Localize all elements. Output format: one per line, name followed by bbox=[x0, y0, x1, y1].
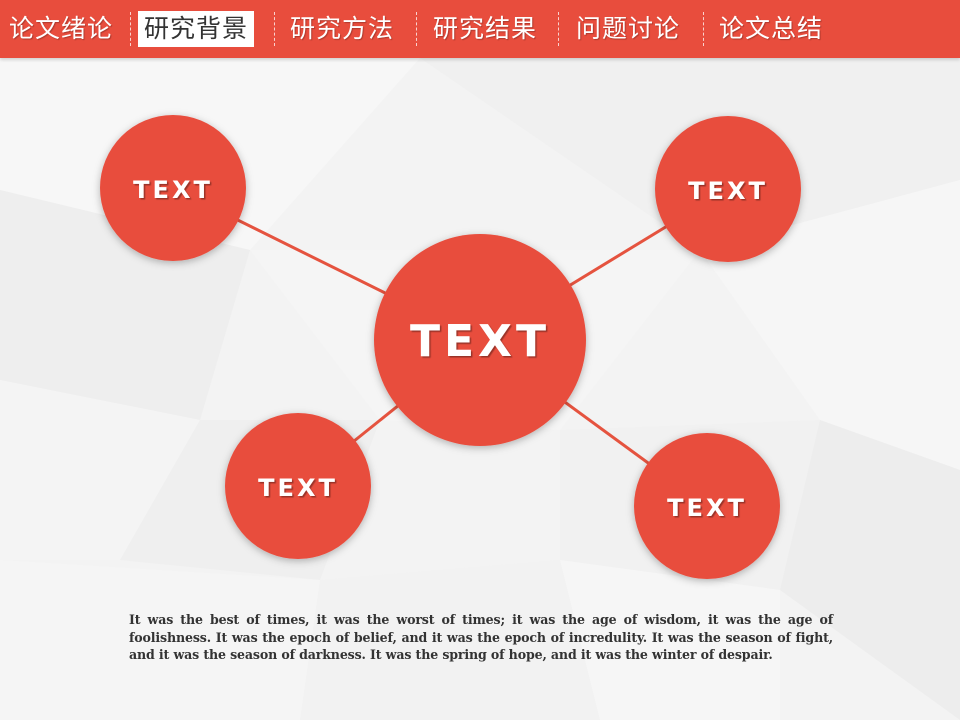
tab-research-results[interactable]: 研究结果 bbox=[433, 0, 537, 58]
tab-research-background[interactable]: 研究背景 bbox=[138, 11, 255, 47]
tab-separator bbox=[703, 12, 704, 46]
node-top-right[interactable]: TEXT bbox=[655, 116, 801, 262]
node-bottom-left[interactable]: TEXT bbox=[225, 413, 371, 559]
tab-discussion[interactable]: 问题讨论 bbox=[576, 0, 680, 58]
tab-conclusion[interactable]: 论文总结 bbox=[719, 0, 823, 58]
tab-introduction[interactable]: 论文绪论 bbox=[9, 0, 113, 58]
tab-research-methods[interactable]: 研究方法 bbox=[290, 0, 394, 58]
node-label: TEXT bbox=[688, 177, 768, 205]
caption-paragraph: It was the best of times, it was the wor… bbox=[129, 612, 833, 662]
center-label: TEXT bbox=[410, 316, 550, 367]
tab-separator bbox=[558, 12, 559, 46]
node-bottom-right[interactable]: TEXT bbox=[634, 433, 780, 579]
tab-separator bbox=[274, 12, 275, 46]
top-nav-bar: 论文绪论 研究背景 研究方法 研究结果 问题讨论 论文总结 bbox=[0, 0, 960, 58]
node-label: TEXT bbox=[667, 494, 747, 522]
node-top-left[interactable]: TEXT bbox=[100, 115, 246, 261]
tab-separator bbox=[416, 12, 417, 46]
node-label: TEXT bbox=[258, 474, 338, 502]
node-center[interactable]: TEXT bbox=[374, 234, 586, 446]
node-label: TEXT bbox=[133, 176, 213, 204]
tab-separator bbox=[130, 12, 131, 46]
